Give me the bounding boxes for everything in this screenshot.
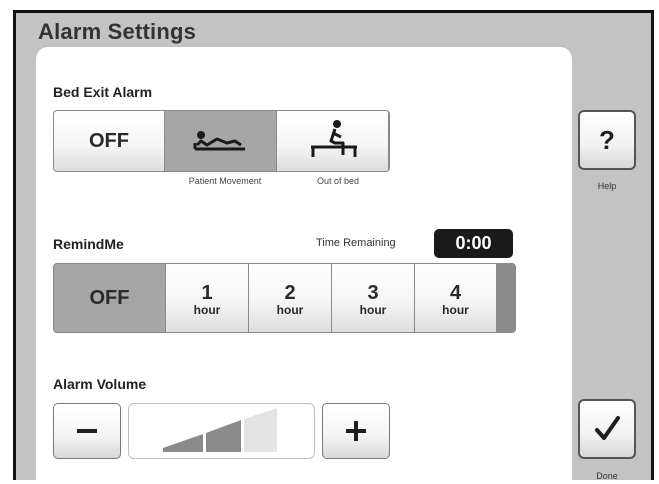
- remind-3-hour-button[interactable]: 3 hour: [332, 264, 414, 332]
- patient-lying-icon: [193, 131, 245, 151]
- volume-level-bars: [163, 408, 277, 452]
- time-remaining-label: Time Remaining: [316, 237, 396, 249]
- settings-panel: Bed Exit Alarm OFF Patient Movement Out …: [36, 47, 572, 480]
- remind-me-segmented-control: OFF 1 hour 2 hour 3 hour 4 hour: [53, 263, 516, 333]
- done-caption: Done: [596, 471, 618, 480]
- checkmark-icon: [595, 416, 620, 440]
- bed-exit-alarm-label: Bed Exit Alarm: [53, 84, 153, 100]
- volume-bar-3: [244, 408, 277, 452]
- patient-sitting-icon: [310, 120, 357, 157]
- hour-2-unit: hour: [276, 303, 304, 317]
- patient-movement-caption: Patient Movement: [188, 176, 262, 186]
- out-of-bed-button[interactable]: [277, 111, 388, 171]
- volume-bar-1: [163, 434, 203, 452]
- alarm-settings-screen: Alarm Settings Bed Exit Alarm OFF Patien…: [13, 10, 654, 480]
- bed-exit-segmented-control: OFF: [53, 110, 390, 172]
- patient-movement-button[interactable]: [165, 111, 276, 171]
- remind-1-hour-button[interactable]: 1 hour: [166, 264, 248, 332]
- hour-4-number: 4: [449, 282, 462, 304]
- hour-1-unit: hour: [193, 303, 221, 317]
- page-title: Alarm Settings: [38, 19, 197, 44]
- out-of-bed-caption: Out of bed: [316, 176, 360, 186]
- bed-exit-off-button[interactable]: OFF: [54, 111, 164, 171]
- hour-1-number: 1: [201, 282, 213, 304]
- volume-bar-2: [206, 420, 241, 452]
- hour-3-unit: hour: [359, 303, 387, 317]
- hour-2-number: 2: [284, 282, 296, 304]
- time-remaining-value: 0:00: [434, 229, 513, 258]
- volume-decrease-button[interactable]: [53, 403, 121, 459]
- volume-increase-button[interactable]: [322, 403, 390, 459]
- remind-off-label: OFF: [89, 286, 130, 309]
- plus-icon: [346, 421, 366, 441]
- minus-icon: [77, 429, 97, 433]
- remind-off-button[interactable]: OFF: [54, 264, 165, 332]
- alarm-volume-label: Alarm Volume: [53, 376, 147, 392]
- help-caption: Help: [597, 181, 617, 191]
- remind-2-hour-button[interactable]: 2 hour: [249, 264, 331, 332]
- help-icon: ?: [599, 124, 615, 155]
- bed-exit-off-label: OFF: [89, 129, 129, 152]
- volume-level-indicator: [128, 403, 315, 459]
- hour-4-unit: hour: [442, 303, 469, 317]
- done-button[interactable]: [578, 399, 636, 459]
- help-button[interactable]: ?: [578, 110, 636, 170]
- remind-4-hour-button[interactable]: 4 hour: [415, 264, 496, 332]
- remind-me-label: RemindMe: [53, 236, 124, 252]
- hour-3-number: 3: [367, 282, 379, 304]
